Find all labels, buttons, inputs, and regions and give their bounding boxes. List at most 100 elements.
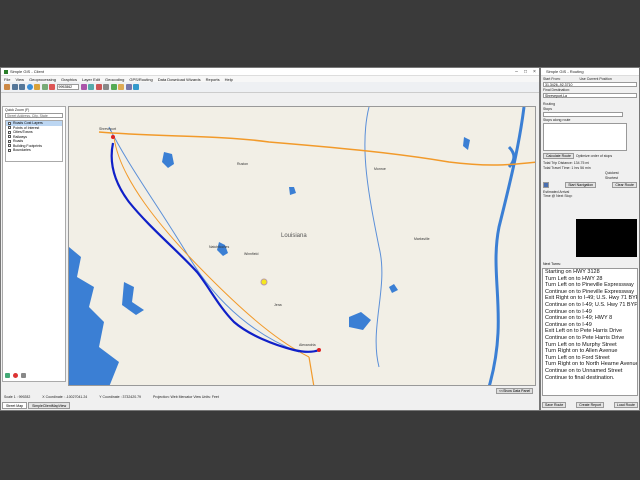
final-destination-field[interactable]: Shreveport,La xyxy=(543,93,637,98)
quickest-radio[interactable]: Quickest xyxy=(605,171,637,175)
shortest-radio[interactable]: Shortest xyxy=(605,176,637,180)
zoom-out-icon[interactable] xyxy=(19,84,25,90)
main-titlebar: Simple GIS - Client – □ × xyxy=(1,68,539,76)
pointer-icon[interactable] xyxy=(4,84,10,90)
direction-step: Turn Right on to Allen Avenue xyxy=(545,348,618,355)
routing-footer: Save Route Create Report Load Route xyxy=(542,402,638,408)
address-search-input[interactable]: Street Address, City, State xyxy=(5,113,63,118)
measure-icon[interactable] xyxy=(49,84,55,90)
place-label: Alexandria xyxy=(299,343,316,347)
stops-field[interactable] xyxy=(543,112,623,117)
layer-label: Cities/Towns xyxy=(13,130,33,135)
direction-step: Exit Left on to Pete Harris Drive xyxy=(545,328,623,335)
table-icon[interactable] xyxy=(110,84,117,90)
add-layer-icon[interactable] xyxy=(5,373,10,378)
direction-step: Turn Left on to Murphy Street xyxy=(545,341,617,348)
scale-input[interactable]: 9992862 xyxy=(56,84,79,90)
remove-layer-icon[interactable] xyxy=(13,373,18,378)
zoom-in-icon[interactable] xyxy=(11,84,18,90)
line-icon[interactable] xyxy=(88,84,94,90)
start-from-label: Start From: Use Current Position xyxy=(543,77,612,81)
direction-step: Exit Right on to I-49; U.S. Hwy 71 BYP xyxy=(545,295,638,302)
direction-step: Turn Right on to North Hearne Avenue xyxy=(545,361,638,368)
calculate-route-button[interactable]: Calculate Route xyxy=(543,153,574,159)
reservoir xyxy=(122,282,144,315)
save-route-button[interactable]: Save Route xyxy=(542,402,567,408)
menu-geoprocessing[interactable]: Geoprocessing xyxy=(29,77,56,82)
select-icon[interactable] xyxy=(41,84,48,90)
menu-geocoding[interactable]: Geocoding xyxy=(105,77,124,82)
gear-icon[interactable] xyxy=(125,84,132,90)
menu-graphics[interactable]: Graphics xyxy=(61,77,77,82)
layer-list: Roads Cost Layers Points of Interest Cit… xyxy=(5,120,63,162)
total-distance-text: Total Trip Distance: 134.75 mi xyxy=(543,161,590,165)
use-current-position-checkbox[interactable]: Use Current Position xyxy=(580,77,612,81)
clear-route-button[interactable]: Clear Route xyxy=(612,182,637,188)
layer-checkbox[interactable] xyxy=(8,148,11,152)
polygon-icon[interactable] xyxy=(95,84,102,90)
layer-label: Boundaries xyxy=(13,148,31,153)
place-label: Shreveport xyxy=(99,127,117,131)
menu-gps-routing[interactable]: GPS/Routing xyxy=(129,77,152,82)
menu-file[interactable]: File xyxy=(4,77,10,82)
layer-panel-actions xyxy=(5,373,29,378)
direction-step: Starting on HWY 3128 xyxy=(545,269,600,275)
layer-checkbox[interactable] xyxy=(8,139,11,143)
y-coordinate-readout: Y Coordinate : 3732420.79 xyxy=(99,394,142,399)
globe-icon[interactable] xyxy=(26,84,33,90)
identify-icon[interactable] xyxy=(34,84,40,90)
layer-checkbox[interactable] xyxy=(8,121,11,125)
place-label: Natchitoches xyxy=(209,245,230,249)
app-icon xyxy=(4,69,8,74)
layer-label: Railways xyxy=(13,134,28,139)
estimated-arrival-label: Estimated Arrival Time @ Next Stop: xyxy=(543,190,573,198)
close-button[interactable]: × xyxy=(530,69,539,75)
routing-title: Simple GIS - Routing xyxy=(546,69,584,74)
text-icon[interactable] xyxy=(103,84,109,90)
direction-step: Continue on to Pineville Expressway xyxy=(545,288,634,295)
stops-along-route-label: Stops along route xyxy=(543,118,571,122)
directions-list[interactable]: Starting on HWY 3128 Turn Left on to HWY… xyxy=(542,268,638,396)
x-coordinate-readout: X Coordinate : -10027041.24 xyxy=(42,394,88,399)
tab-street-map[interactable]: Street Map xyxy=(2,402,28,409)
load-route-button[interactable]: Load Route xyxy=(613,402,638,408)
menu-view[interactable]: View xyxy=(15,77,24,82)
routing-section-label: Routing xyxy=(543,102,556,106)
layer-checkbox[interactable] xyxy=(8,144,11,148)
menu-help[interactable]: Help xyxy=(225,77,233,82)
create-report-button[interactable]: Create Report xyxy=(576,402,605,408)
tab-client-map-view[interactable]: SimpleClientMapView xyxy=(28,402,71,409)
total-time-text: Total Travel Time: 1 hrs 56 min xyxy=(543,166,591,170)
direction-step: Continue on to I-49; U.S. Hwy 71 BYP xyxy=(545,301,638,308)
vertex-icon[interactable] xyxy=(80,84,87,90)
routing-titlebar: Simple GIS - Routing xyxy=(541,68,639,76)
layer-item[interactable]: Boundaries xyxy=(6,148,62,153)
edit-layer-icon[interactable] xyxy=(21,373,26,378)
lake xyxy=(349,312,371,330)
layer-checkbox[interactable] xyxy=(8,135,11,139)
navigation-icon[interactable] xyxy=(543,182,549,188)
optimize-order-checkbox[interactable]: Optimize order of stops xyxy=(576,154,612,158)
direction-step: Turn Left on to HWY 28 xyxy=(545,275,603,282)
help-icon[interactable] xyxy=(133,84,139,90)
map-canvas[interactable]: Louisiana Shreveport Natchitoches Alexan… xyxy=(68,106,536,386)
maximize-button[interactable]: □ xyxy=(521,69,530,75)
menu-layer-edit[interactable]: Layer Edit xyxy=(82,77,100,82)
stops-list[interactable] xyxy=(543,123,627,151)
stops-label: Stops xyxy=(543,107,552,111)
start-navigation-button[interactable]: Start Navigation xyxy=(565,182,597,188)
lake xyxy=(289,187,296,195)
start-from-field[interactable]: 31.3426,-92.3710 xyxy=(543,82,637,87)
menu-reports[interactable]: Reports xyxy=(206,77,220,82)
place-label: Winnfield xyxy=(244,252,259,256)
menu-data-download[interactable]: Data Download Wizards xyxy=(158,77,201,82)
minimize-button[interactable]: – xyxy=(512,69,521,75)
lake xyxy=(162,152,174,168)
layer-icon[interactable] xyxy=(118,84,124,90)
layer-checkbox[interactable] xyxy=(8,126,11,130)
layer-label: Roads Cost Layers xyxy=(13,121,43,126)
projection-readout: Projection: Web Mercator View Units: Fee… xyxy=(153,394,219,399)
layer-label: Building Footprints xyxy=(13,143,42,148)
toledo-bend-reservoir xyxy=(69,247,119,385)
layer-checkbox[interactable] xyxy=(8,130,11,134)
